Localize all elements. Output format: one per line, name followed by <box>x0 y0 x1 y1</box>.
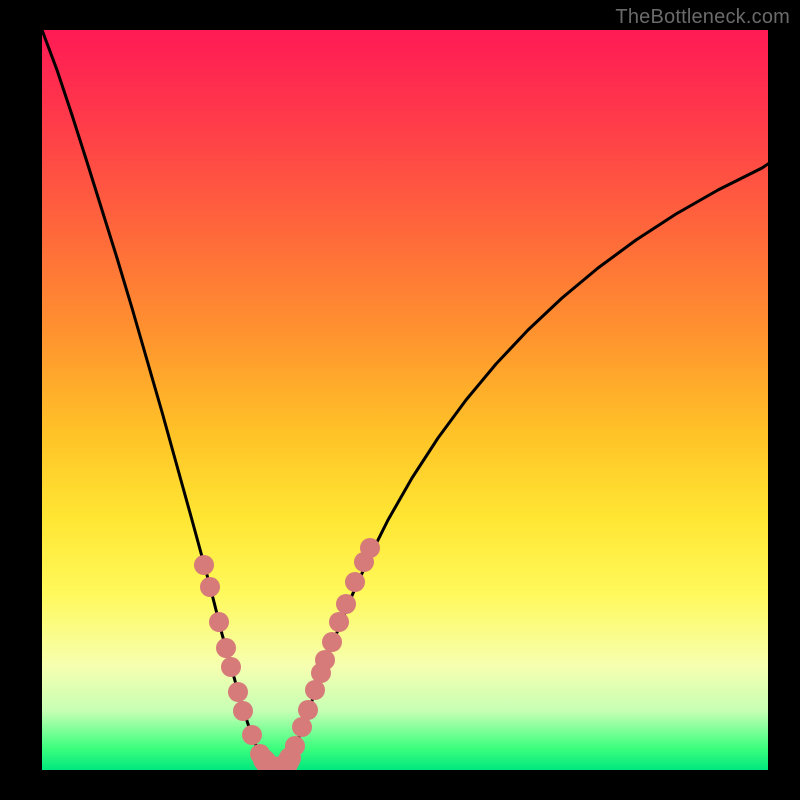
marker-dot <box>200 577 220 597</box>
marker-dot <box>336 594 356 614</box>
chart-svg <box>42 30 768 770</box>
marker-dot <box>305 680 325 700</box>
marker-dot <box>292 717 312 737</box>
marker-dot <box>345 572 365 592</box>
marker-dot <box>233 701 253 721</box>
marker-dot <box>194 555 214 575</box>
chart-frame: TheBottleneck.com <box>0 0 800 800</box>
marker-dot <box>315 650 335 670</box>
plot-area <box>42 30 768 770</box>
marker-dot <box>228 682 248 702</box>
marker-dot <box>216 638 236 658</box>
marker-dot <box>360 538 380 558</box>
marker-dot <box>285 736 305 756</box>
curve-right-curve <box>290 164 768 758</box>
watermark-text: TheBottleneck.com <box>615 6 790 29</box>
marker-dot <box>242 725 262 745</box>
marker-dot <box>298 700 318 720</box>
marker-dot <box>322 632 342 652</box>
marker-dot <box>329 612 349 632</box>
marker-dot <box>221 657 241 677</box>
marker-dot <box>209 612 229 632</box>
